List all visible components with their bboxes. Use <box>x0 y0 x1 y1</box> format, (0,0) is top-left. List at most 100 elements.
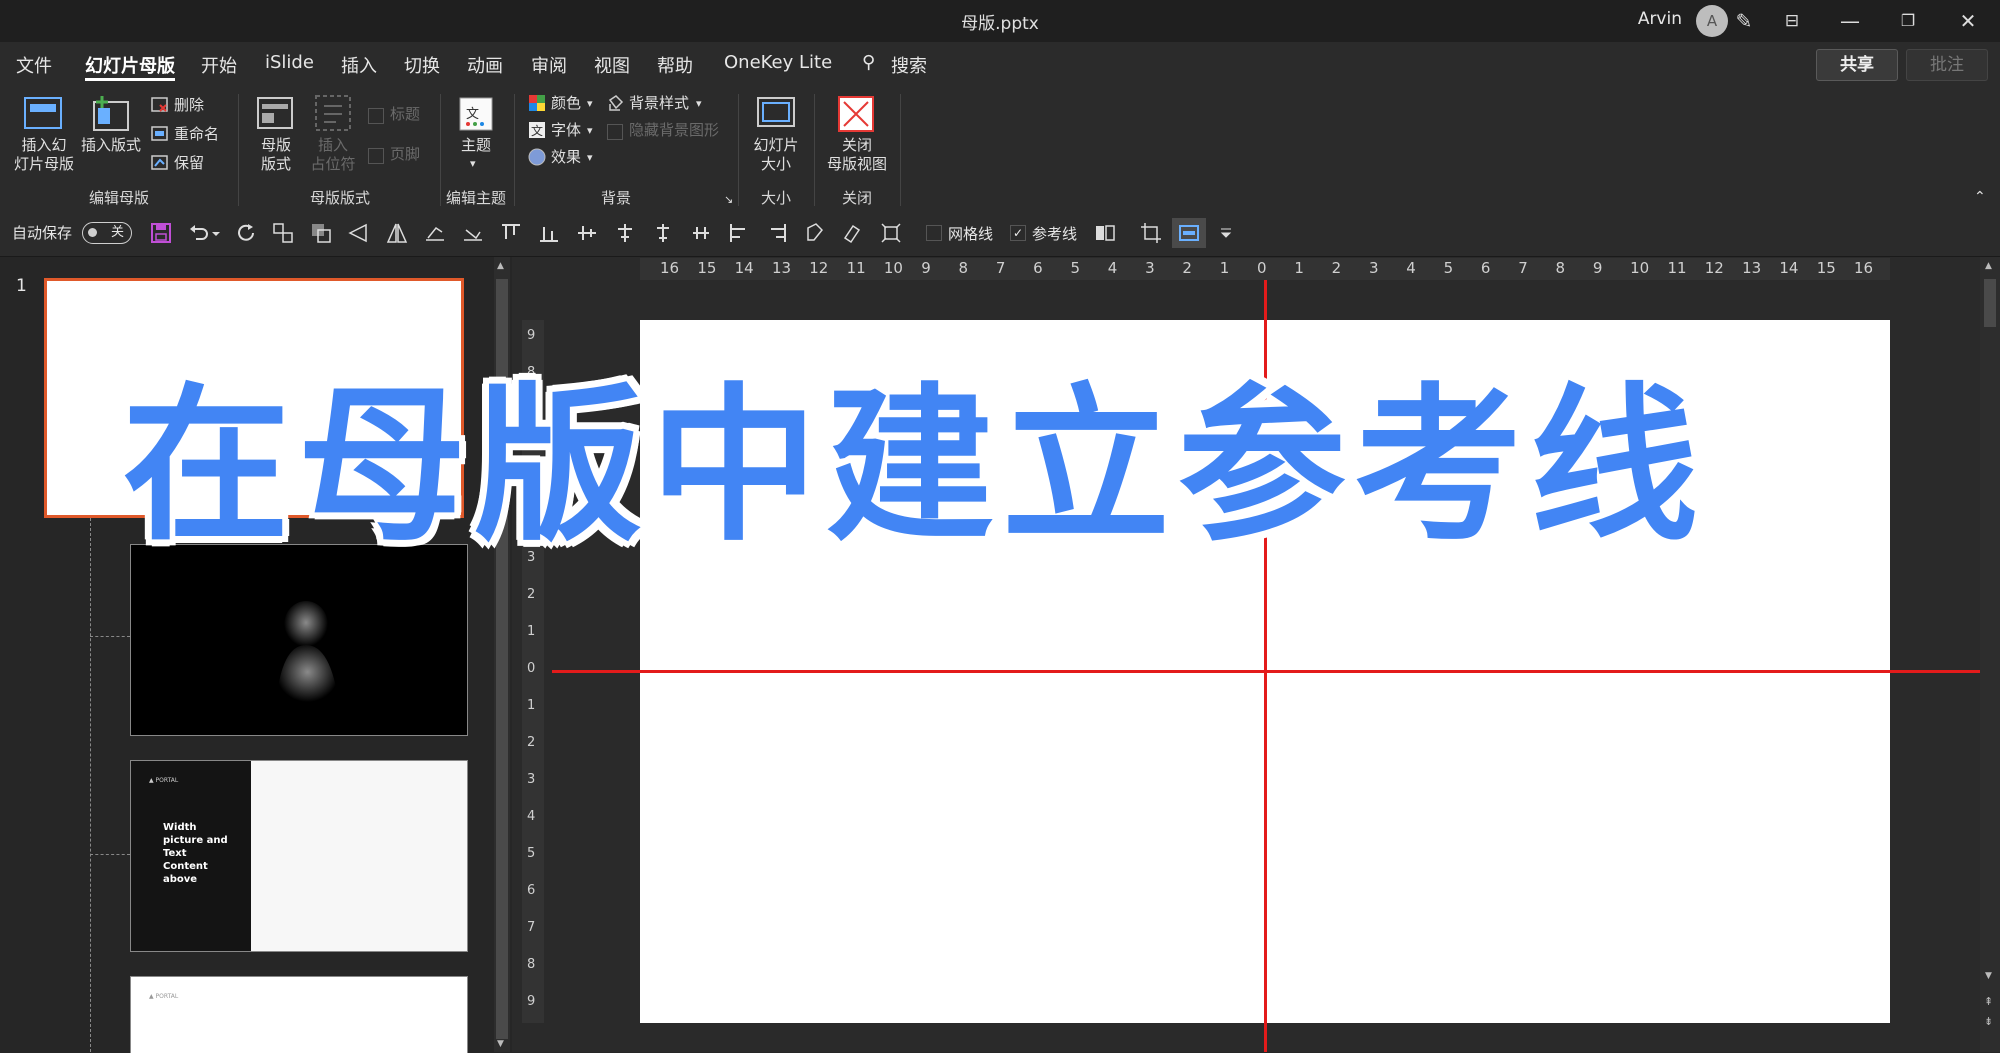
save-icon[interactable] <box>150 222 172 244</box>
active-tab-indicator <box>85 78 175 81</box>
tab-slide-master[interactable]: 幻灯片母版 <box>85 52 175 78</box>
previous-slide-icon[interactable]: ⇞ <box>1984 995 1993 1008</box>
scroll-up-icon[interactable]: ▲ <box>1985 261 1992 271</box>
preserve-icon[interactable] <box>150 154 170 172</box>
flip-horizontal-icon[interactable] <box>386 222 408 244</box>
distribute-horizontal-icon[interactable] <box>690 222 712 244</box>
scroll-down-icon[interactable]: ▼ <box>497 1039 504 1049</box>
footer-checkbox <box>368 148 384 164</box>
user-name[interactable]: Arvin <box>1638 9 1682 29</box>
delete-icon[interactable] <box>150 96 170 114</box>
crop-icon[interactable] <box>1140 222 1162 244</box>
master-layout-icon[interactable] <box>256 96 296 132</box>
tab-home[interactable]: 开始 <box>201 52 237 78</box>
guides-checkbox[interactable]: ✓ <box>1010 225 1026 241</box>
fonts-button[interactable]: 字体 <box>551 121 581 140</box>
pen-icon[interactable]: ✎ <box>1722 6 1766 36</box>
slide-size-button[interactable]: 幻灯片 大小 <box>746 136 806 174</box>
preserve-button[interactable]: 保留 <box>174 154 204 173</box>
tab-onekey[interactable]: OneKey Lite <box>724 52 832 73</box>
colors-icon[interactable] <box>528 94 546 112</box>
close-window-button[interactable]: ✕ <box>1946 6 1990 36</box>
rename-button[interactable]: 重命名 <box>174 125 219 144</box>
background-styles-dropdown-icon[interactable]: ▾ <box>696 94 702 113</box>
background-styles-button[interactable]: 背景样式 <box>629 94 689 113</box>
compare-icon[interactable] <box>1094 222 1116 244</box>
colors-button[interactable]: 颜色 <box>551 94 581 113</box>
close-master-view-icon[interactable] <box>836 94 876 134</box>
next-slide-icon[interactable]: ⇟ <box>1984 1015 1993 1028</box>
tab-review[interactable]: 审阅 <box>531 52 567 78</box>
layout-thumbnail-blank[interactable]: ▲ PORTAL <box>130 976 468 1053</box>
undo-icon[interactable] <box>188 222 210 244</box>
align-top-icon[interactable] <box>500 222 522 244</box>
insert-slide-master-icon[interactable] <box>22 94 66 134</box>
slide-size-icon[interactable] <box>756 96 796 132</box>
close-master-view-button[interactable]: 关闭 母版视图 <box>822 136 892 174</box>
search-box[interactable]: 搜索 <box>891 52 927 78</box>
scroll-up-icon[interactable]: ▲ <box>497 261 504 271</box>
select-pane-icon[interactable] <box>880 222 902 244</box>
align-right-icon[interactable] <box>766 222 788 244</box>
format-painter-icon[interactable] <box>842 222 864 244</box>
horizontal-ruler[interactable]: 16 15 14 13 12 11 10 9 8 7 6 5 4 3 2 1 0 1 2 3 4 5 6 7 8 9 10 11 12 1… <box>640 258 1890 280</box>
flip-left-icon[interactable] <box>348 222 370 244</box>
rotate-shape-icon[interactable] <box>804 222 826 244</box>
theme-button[interactable]: 主题 <box>456 136 496 155</box>
autosave-toggle[interactable]: 关 <box>82 222 132 244</box>
comments-button[interactable]: 批注 <box>1906 49 1988 81</box>
tab-insert[interactable]: 插入 <box>341 52 377 78</box>
align-center-icon[interactable] <box>614 222 636 244</box>
theme-dropdown-icon[interactable]: ▾ <box>470 154 476 173</box>
gridlines-checkbox[interactable] <box>926 225 942 241</box>
tab-animations[interactable]: 动画 <box>467 52 503 78</box>
align-left-icon[interactable] <box>728 222 750 244</box>
distribute-vertical-icon[interactable] <box>652 222 674 244</box>
ruler-tick-label: 16 <box>660 259 680 277</box>
effects-dropdown-icon[interactable]: ▾ <box>587 148 593 167</box>
tab-transitions[interactable]: 切换 <box>404 52 440 78</box>
align-middle-icon[interactable] <box>576 222 598 244</box>
collapse-ribbon-icon[interactable]: ⌃ <box>1974 188 1986 207</box>
insert-slide-master-button[interactable]: 插入幻 灯片母版 <box>8 136 80 174</box>
layout-thumbnail-text[interactable]: ▲ PORTAL Width picture and Text Content … <box>130 760 468 952</box>
effects-button[interactable]: 效果 <box>551 148 581 167</box>
group-edit-theme-label: 编辑主题 <box>445 189 506 207</box>
fonts-icon[interactable]: 文 <box>528 121 546 139</box>
insert-layout-icon[interactable] <box>90 94 134 134</box>
rotate-alt-icon[interactable] <box>462 222 484 244</box>
align-bottom-icon[interactable] <box>538 222 560 244</box>
search-icon[interactable]: ⚲ <box>862 52 875 73</box>
theme-icon[interactable]: 文 <box>458 96 494 132</box>
undo-dropdown-icon[interactable] <box>210 222 222 244</box>
redo-icon[interactable] <box>234 222 256 244</box>
svg-text:文: 文 <box>466 107 479 122</box>
customize-toolbar-icon[interactable] <box>1218 222 1234 244</box>
effects-icon[interactable] <box>528 148 546 166</box>
fonts-dropdown-icon[interactable]: ▾ <box>587 121 593 140</box>
canvas-scrollbar[interactable]: ▲ ▼ ⇞ ⇟ <box>1980 257 2000 1052</box>
rename-icon[interactable] <box>150 125 170 143</box>
view-toggle-button[interactable] <box>1172 218 1206 248</box>
colors-dropdown-icon[interactable]: ▾ <box>587 94 593 113</box>
background-dialog-launcher-icon[interactable]: ↘ <box>724 190 733 209</box>
tab-view[interactable]: 视图 <box>594 52 630 78</box>
delete-button[interactable]: 删除 <box>174 96 204 115</box>
rotate-icon[interactable] <box>424 222 446 244</box>
tab-file[interactable]: 文件 <box>16 52 52 78</box>
minimize-button[interactable]: — <box>1828 6 1872 36</box>
master-layout-button[interactable]: 母版 版式 <box>252 136 300 174</box>
tab-islide[interactable]: iSlide <box>265 52 314 73</box>
ruler-tick-label: 1 <box>527 698 536 713</box>
tab-help[interactable]: 帮助 <box>657 52 693 78</box>
scroll-thumb[interactable] <box>1984 279 1996 327</box>
insert-layout-button[interactable]: 插入版式 <box>78 136 144 155</box>
ribbon-display-icon[interactable]: ⊟ <box>1770 6 1814 36</box>
share-button[interactable]: 共享 <box>1816 49 1898 81</box>
bring-forward-icon[interactable] <box>310 222 332 244</box>
background-styles-icon[interactable] <box>606 94 624 112</box>
group-background-label: 背景 <box>600 189 631 207</box>
group-objects-icon[interactable] <box>272 222 294 244</box>
scroll-down-icon[interactable]: ▼ <box>1985 971 1992 981</box>
restore-button[interactable]: ❐ <box>1886 6 1930 36</box>
